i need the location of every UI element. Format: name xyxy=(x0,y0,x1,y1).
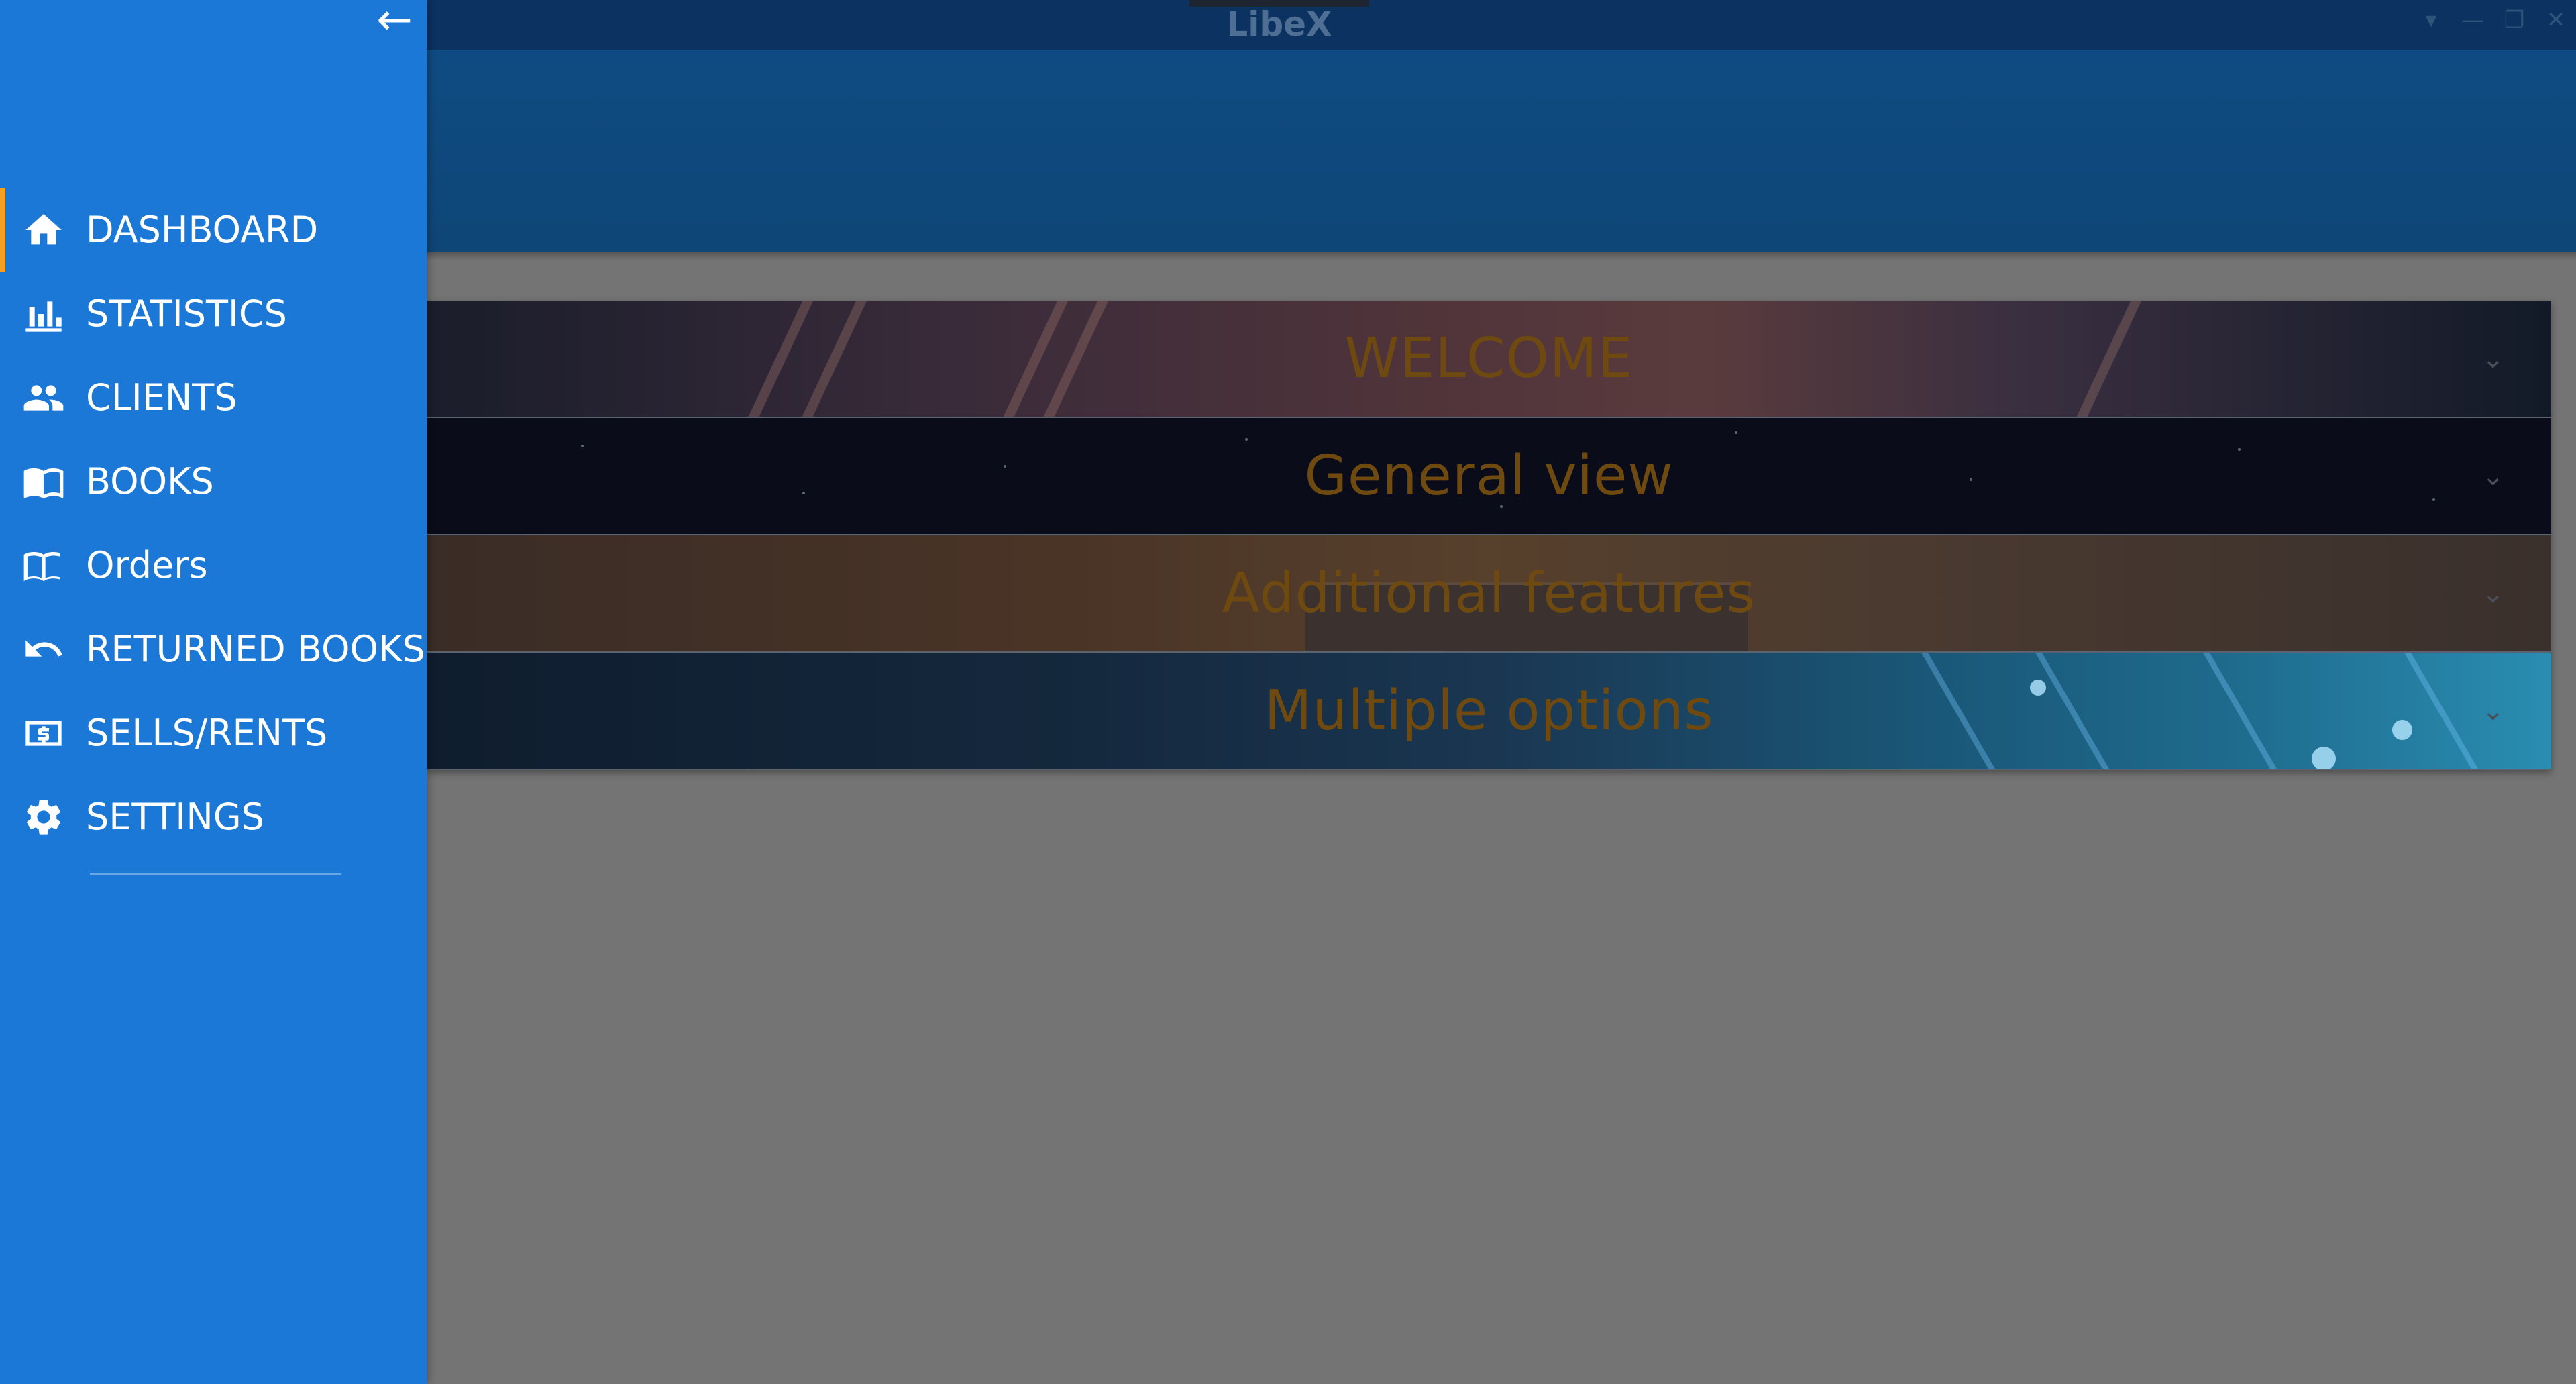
restore-icon[interactable]: ❐ xyxy=(2502,7,2526,34)
panel-title: General view xyxy=(1304,444,1674,508)
sidebar-item-dashboard[interactable]: DASHBOARD xyxy=(0,188,427,272)
chevron-down-icon[interactable]: ⌄ xyxy=(2481,461,2504,492)
panel-title: WELCOME xyxy=(1344,327,1633,390)
sidebar-item-label: SETTINGS xyxy=(86,796,264,838)
people-icon xyxy=(20,374,67,421)
sidebar-item-label: CLIENTS xyxy=(86,376,237,419)
nav-list: DASHBOARD STATISTICS CLIENTS BOOKS Order… xyxy=(0,188,427,859)
undo-icon xyxy=(20,626,67,673)
open-book-icon xyxy=(20,542,67,589)
sidebar-item-statistics[interactable]: STATISTICS xyxy=(0,272,427,356)
sidebar-item-settings[interactable]: SETTINGS xyxy=(0,775,427,859)
sidebar-item-books[interactable]: BOOKS xyxy=(0,439,427,523)
gear-icon xyxy=(20,794,67,841)
chevron-down-icon[interactable]: ⌄ xyxy=(2481,696,2504,727)
money-icon xyxy=(20,710,67,757)
navigation-drawer: ← DASHBOARD STATISTICS CLIENTS BOOKS Ord… xyxy=(0,0,427,1384)
sidebar-item-clients[interactable]: CLIENTS xyxy=(0,356,427,439)
sidebar-item-sells-rents[interactable]: SELLS/RENTS xyxy=(0,691,427,775)
chevron-down-icon[interactable]: ⌄ xyxy=(2481,578,2504,609)
books-icon xyxy=(20,458,67,505)
panel-title: Additional features xyxy=(1222,562,1756,625)
sidebar-item-label: RETURNED BOOKS xyxy=(86,628,425,670)
app-title: LibeX xyxy=(1226,5,1332,44)
panel-title: Multiple options xyxy=(1264,679,1714,743)
sidebar-item-label: DASHBOARD xyxy=(86,209,319,251)
sidebar-item-orders[interactable]: Orders xyxy=(0,523,427,607)
chevron-down-icon[interactable]: ⌄ xyxy=(2481,343,2504,374)
sidebar-item-label: Orders xyxy=(86,544,208,586)
sidebar-item-returned-books[interactable]: RETURNED BOOKS xyxy=(0,607,427,691)
sidebar-item-label: SELLS/RENTS xyxy=(86,712,328,754)
arrow-left-icon[interactable]: ← xyxy=(362,0,427,43)
bar-chart-icon xyxy=(20,290,67,337)
nav-divider xyxy=(90,873,341,875)
window-controls: ▾ — ❐ ✕ xyxy=(2419,7,2576,34)
dropdown-icon[interactable]: ▾ xyxy=(2419,7,2443,34)
close-icon[interactable]: ✕ xyxy=(2544,7,2568,34)
sidebar-item-label: BOOKS xyxy=(86,460,214,502)
home-icon xyxy=(20,207,67,254)
sidebar-item-label: STATISTICS xyxy=(86,292,287,335)
minimize-icon[interactable]: — xyxy=(2461,7,2485,34)
